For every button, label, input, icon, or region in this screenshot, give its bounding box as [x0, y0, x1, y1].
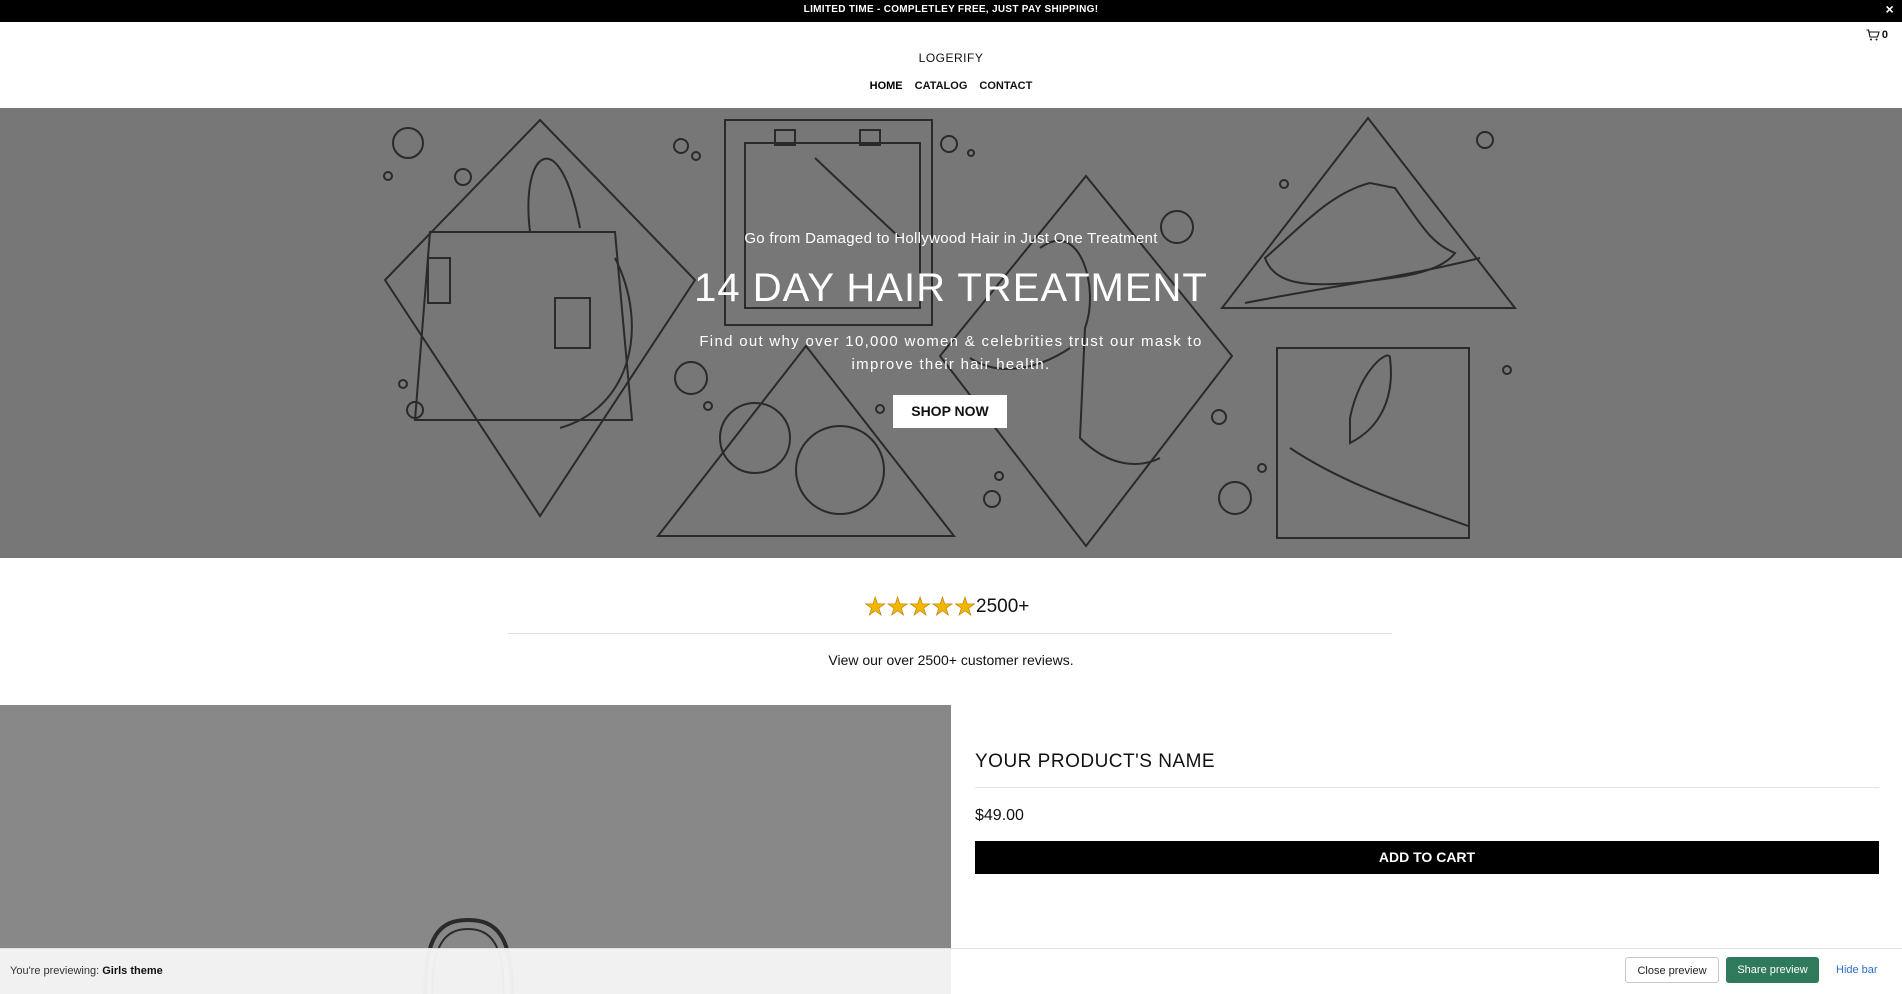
shop-now-button[interactable]: SHOP NOW	[893, 395, 1007, 428]
nav-home[interactable]: HOME	[870, 80, 903, 92]
star-icon: ★	[931, 593, 954, 621]
feather-square	[1276, 347, 1470, 539]
hero-title: 14 DAY HAIR TREATMENT	[694, 266, 1208, 310]
star-icon: ★	[953, 593, 977, 621]
star-icon: ★	[864, 593, 887, 621]
announcement-bar: LIMITED TIME - COMPLETLEY FREE, JUST PAY…	[0, 0, 1902, 22]
close-preview-button[interactable]: Close preview	[1625, 957, 1719, 983]
cart-link[interactable]: 0	[1866, 29, 1888, 41]
share-preview-button[interactable]: Share preview	[1726, 957, 1819, 983]
preview-status: You're previewing: Girls theme	[10, 965, 163, 977]
site-header: LOGERIFY 0 HOME CATALOG CONTACT	[0, 22, 1902, 108]
cart-count: 0	[1881, 29, 1888, 41]
announcement-text: LIMITED TIME - COMPLETLEY FREE, JUST PAY…	[803, 4, 1099, 15]
divider	[508, 633, 1392, 634]
hide-bar-link[interactable]: Hide bar	[1836, 964, 1878, 976]
divider	[975, 787, 1879, 788]
nav-contact[interactable]: CONTACT	[979, 80, 1032, 92]
hero-description-line2: improve their hair health.	[851, 356, 1051, 373]
hero-subtitle: Go from Damaged to Hollywood Hair in Jus…	[744, 230, 1158, 247]
star-rating: ★ ★ ★ ★ ★	[864, 593, 977, 621]
hero-banner: Go from Damaged to Hollywood Hair in Jus…	[0, 108, 1902, 558]
product-name: YOUR PRODUCT'S NAME	[975, 751, 1216, 772]
preview-bar-left: You're previewing: Girls theme	[0, 948, 951, 994]
hero-description-line1: Find out why over 10,000 women & celebri…	[699, 333, 1203, 350]
reviews-section: ★ ★ ★ ★ ★ 2500+ View our over 2500+ cust…	[0, 558, 1902, 705]
hero-description: Find out why over 10,000 women & celebri…	[0, 330, 1902, 376]
brand-logo[interactable]: LOGERIFY	[0, 51, 1902, 65]
preview-label: You're previewing:	[10, 965, 103, 977]
handbag-diamond	[383, 118, 697, 518]
star-icon: ★	[908, 593, 932, 621]
preview-bar: You're previewing: Girls theme Close pre…	[0, 948, 1902, 994]
reviews-text[interactable]: View our over 2500+ customer reviews.	[0, 652, 1902, 668]
reviews-count: 2500+	[976, 596, 1030, 617]
star-icon: ★	[886, 593, 909, 621]
nav-catalog[interactable]: CATALOG	[915, 80, 968, 92]
add-to-cart-button[interactable]: ADD TO CART	[975, 841, 1879, 874]
shopping-cart-icon	[1866, 29, 1880, 41]
preview-theme-name: Girls theme	[102, 965, 163, 977]
close-icon[interactable]: ×	[1886, 0, 1894, 19]
main-nav: HOME CATALOG CONTACT	[0, 80, 1902, 92]
product-price: $49.00	[975, 807, 1024, 824]
